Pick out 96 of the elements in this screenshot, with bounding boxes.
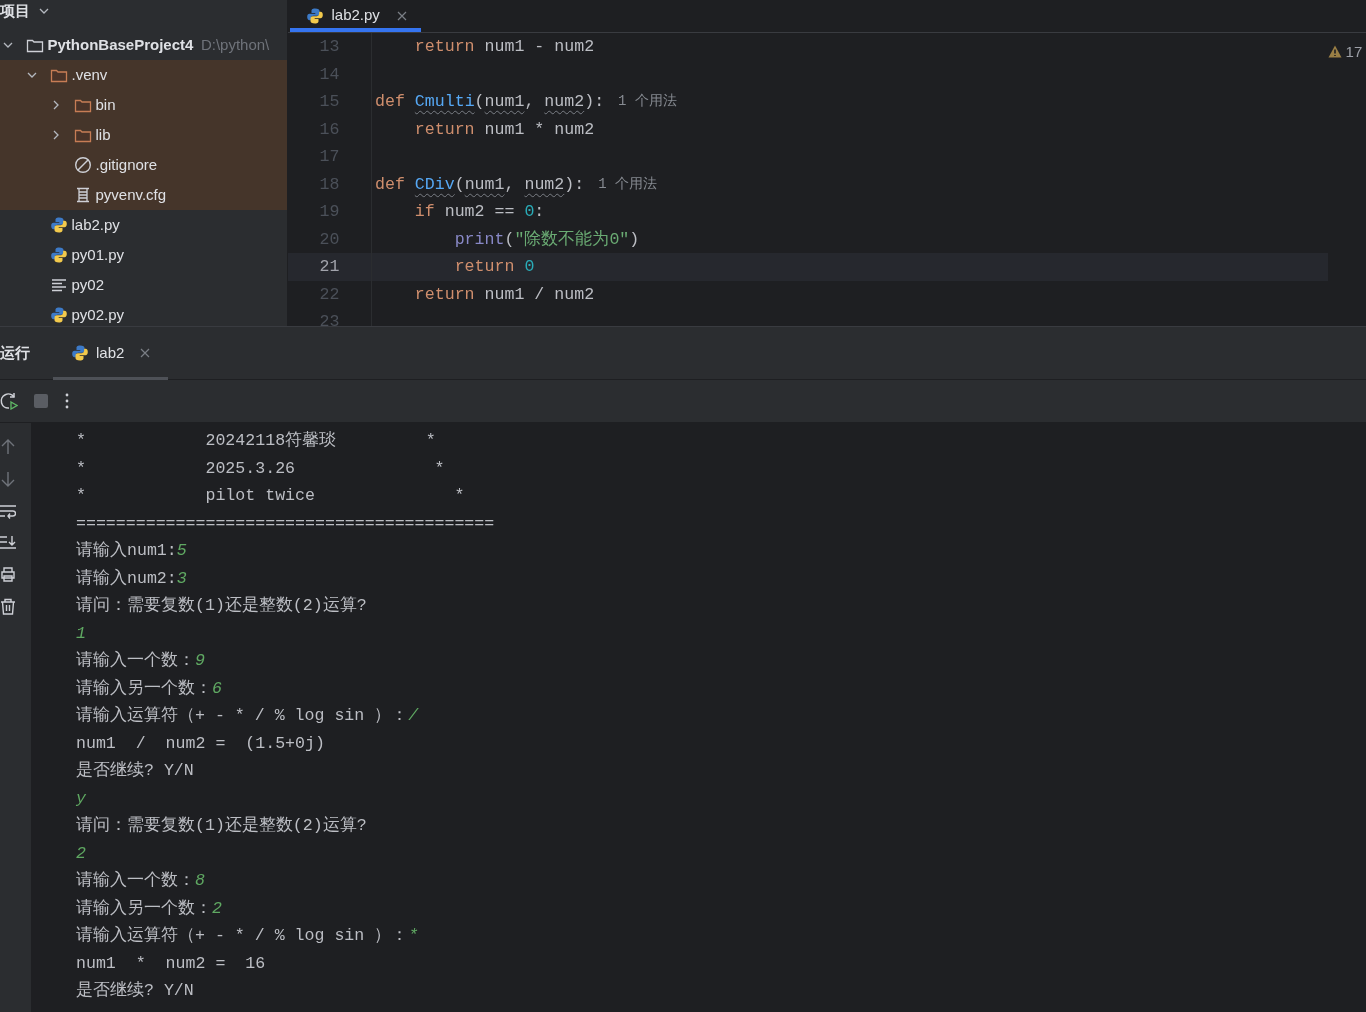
typed-input-text: 1 — [76, 623, 86, 643]
trash-icon[interactable] — [0, 598, 16, 615]
code-token: num2 == — [443, 202, 516, 221]
line-number: 21 — [288, 253, 372, 281]
typed-input-text: 2 — [212, 898, 222, 918]
print-icon[interactable] — [0, 566, 16, 583]
editor-tab[interactable]: lab2.py — [290, 0, 422, 32]
console-text: 请输入另一个数： — [76, 898, 212, 918]
python-logo-icon — [49, 306, 68, 324]
tree-item-label[interactable]: .gitignore — [95, 153, 158, 177]
code-token: def — [375, 92, 406, 111]
tree-item-label[interactable]: PythonBaseProject4 — [47, 33, 194, 57]
warning-icon — [1327, 45, 1342, 59]
code-token: return — [413, 37, 475, 56]
text-lines-icon — [49, 276, 68, 294]
typed-input-text: / — [408, 706, 419, 725]
console-text: 请输入一个数： — [76, 871, 195, 890]
code-token: num1 — [484, 92, 525, 111]
python-logo-icon — [49, 216, 68, 234]
typed-input-text: 8 — [195, 871, 205, 890]
code-token: if — [413, 202, 435, 221]
console-text: 请输入num2: — [76, 568, 177, 588]
console-text: 请输入一个数： — [76, 651, 195, 670]
usage-hint[interactable]: 1 个用法 — [598, 170, 657, 198]
code-token: ): — [564, 174, 585, 194]
scroll-to-end-icon[interactable] — [0, 534, 16, 551]
code-token: return — [453, 257, 516, 276]
code-token: 0 — [524, 257, 535, 276]
code-token: num2 — [544, 92, 585, 111]
console-text: 是否继续? Y/N — [76, 981, 194, 1000]
typed-input-text: 3 — [176, 568, 187, 588]
python-logo-icon — [49, 246, 68, 264]
run-tab[interactable]: lab2 — [52, 326, 168, 380]
code-token: ( — [454, 174, 465, 194]
code-token: return — [413, 119, 475, 139]
folder-path: D:\python\ — [200, 34, 270, 55]
tree-item-label[interactable]: .venv — [71, 63, 108, 87]
code-token: ): — [584, 92, 605, 111]
code-token: Cmulti — [414, 92, 475, 111]
code-token: num1 — [464, 174, 505, 194]
console-text: 请输入另一个数： — [76, 678, 212, 698]
typed-input-text: y — [76, 788, 86, 808]
close-icon[interactable] — [397, 10, 408, 21]
code-token: num1 - num2 — [483, 37, 595, 56]
soft-wrap-icon[interactable] — [0, 502, 16, 519]
code-token: print — [453, 229, 505, 249]
typed-input-text: * — [408, 926, 419, 945]
python-logo-icon — [306, 6, 324, 25]
code-token: ( — [474, 92, 485, 111]
console-text: * pilot twice * — [76, 486, 465, 505]
panel-title: 项目 — [0, 1, 30, 21]
warning-count[interactable]: 17 — [1327, 40, 1363, 63]
close-icon[interactable] — [139, 348, 150, 358]
console-text: 是否继续? Y/N — [76, 761, 194, 780]
arrow-up-icon[interactable] — [0, 438, 16, 455]
code-token: , — [504, 174, 516, 194]
code-token: return — [413, 284, 475, 304]
typed-input-text: 6 — [212, 678, 222, 698]
more-options-icon[interactable] — [64, 392, 70, 410]
arrow-down-icon[interactable] — [0, 470, 16, 487]
code-token: 0 — [524, 202, 535, 221]
code-token: num2 — [524, 174, 565, 194]
console-text: 请问：需要复数(1)还是整数(2)运算? — [76, 596, 367, 615]
panel-title: 运行 — [0, 342, 30, 363]
tree-item-label[interactable]: py02.py — [71, 303, 125, 326]
code-token: : — [534, 202, 545, 221]
console-text: * 2025.3.26 * — [76, 458, 445, 478]
code-token: num1 / num2 — [483, 284, 595, 304]
code-token: , — [524, 92, 536, 111]
tree-item-label[interactable]: bin — [95, 93, 116, 117]
typed-input-text: 2 — [76, 843, 86, 863]
console-text: num1 / num2 = (1.5+0j) — [76, 733, 325, 753]
console-text: ========================================== — [76, 513, 495, 533]
code-token: CDiv — [414, 174, 455, 194]
tree-item-label[interactable]: lab2.py — [71, 213, 120, 237]
code-token: ( — [504, 229, 515, 249]
code-token: ) — [629, 229, 640, 249]
tree-item-label[interactable]: py01.py — [71, 243, 125, 267]
code-token: num1 * num2 — [483, 119, 595, 139]
code-token: "除数不能为0" — [514, 229, 630, 249]
tree-item-label[interactable]: py02 — [71, 273, 105, 297]
blocked-circle-icon — [73, 156, 92, 174]
python-logo-icon — [70, 344, 89, 362]
console-text: * 20242118符馨琰 * — [76, 431, 436, 450]
console-text: 请输入num1: — [76, 541, 177, 560]
usage-hint[interactable]: 1 个用法 — [618, 88, 677, 116]
console-text: num1 * num2 = 16 — [76, 953, 266, 973]
typed-input-text: 9 — [195, 651, 205, 670]
warning-count-text: 17 — [1345, 41, 1363, 62]
rerun-icon[interactable] — [0, 392, 18, 410]
console-text: 请输入运算符（+ - * / % log sin ）： — [76, 706, 409, 725]
typed-input-text: 5 — [176, 541, 187, 560]
tree-item-label[interactable]: lib — [95, 123, 111, 147]
console-text: 请问：需要复数(1)还是整数(2)运算? — [76, 816, 367, 835]
code-token: def — [375, 174, 406, 194]
console-text: 请输入运算符（+ - * / % log sin ）： — [76, 926, 409, 945]
